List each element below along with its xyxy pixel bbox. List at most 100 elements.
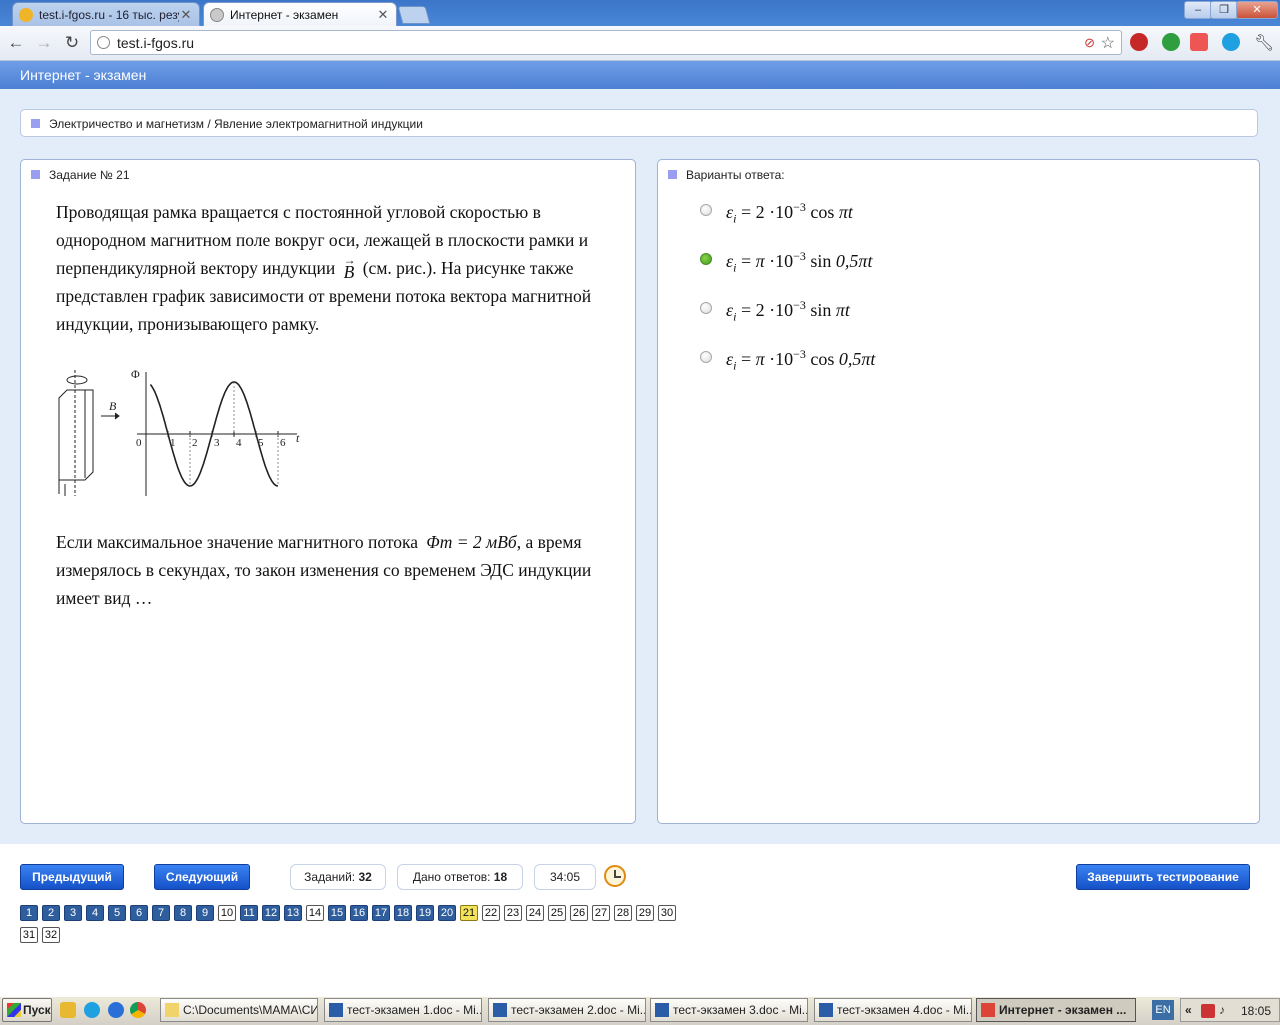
close-window-button[interactable]: ✕ (1236, 1, 1278, 19)
tray-antivirus-icon[interactable] (1201, 1004, 1215, 1018)
finish-test-button[interactable]: Завершить тестирование (1076, 864, 1250, 890)
question-nav-8[interactable]: 8 (174, 905, 192, 921)
chrome-icon[interactable] (130, 1002, 146, 1018)
question-nav-23[interactable]: 23 (504, 905, 522, 921)
question-nav-26[interactable]: 26 (570, 905, 588, 921)
taskbar-item-label: Интернет - экзамен ... (999, 1003, 1127, 1017)
tab-title: test.i-fgos.ru - 16 тыс. резуль (39, 7, 179, 22)
question-nav-1[interactable]: 1 (20, 905, 38, 921)
question-nav-6[interactable]: 6 (130, 905, 148, 921)
question-nav-21[interactable]: 21 (460, 905, 478, 921)
browser-tab-search[interactable]: test.i-fgos.ru - 16 тыс. резуль ✕ (12, 2, 200, 26)
question-nav-13[interactable]: 13 (284, 905, 302, 921)
bookmark-star-icon[interactable]: ☆ (1101, 33, 1115, 53)
question-nav-11[interactable]: 11 (240, 905, 258, 921)
search-favicon-icon (19, 7, 33, 22)
language-indicator[interactable]: EN (1152, 1000, 1174, 1020)
wrench-menu-icon[interactable]: 🔧︎ (1254, 33, 1274, 53)
popup-blocked-icon[interactable]: ⊘ (1084, 35, 1095, 51)
question-nav-7[interactable]: 7 (152, 905, 170, 921)
question-nav-15[interactable]: 15 (328, 905, 346, 921)
address-bar[interactable]: test.i-fgos.ru ⊘ ☆ (90, 30, 1122, 55)
question-nav-2[interactable]: 2 (42, 905, 60, 921)
answer-option-3[interactable]: εi = 2 ·10−3 sin πt (700, 298, 1100, 328)
question-nav-31[interactable]: 31 (20, 927, 38, 943)
question-nav-30[interactable]: 30 (658, 905, 676, 921)
utorrent-extension-icon[interactable] (1162, 33, 1180, 51)
question-nav-19[interactable]: 19 (416, 905, 434, 921)
skype-extension-icon[interactable] (1222, 33, 1240, 51)
question-nav-28[interactable]: 28 (614, 905, 632, 921)
answer-formula: εi = 2 ·10−3 cos πt (726, 200, 853, 226)
question-nav-27[interactable]: 27 (592, 905, 610, 921)
internet-explorer-icon[interactable] (108, 1002, 124, 1018)
figure-tick-label: 6 (280, 437, 286, 449)
answered-count-label: Дано ответов: (412, 870, 491, 884)
breadcrumb: Электричество и магнетизм / Явление элек… (20, 109, 1258, 137)
alarm-clock-icon (604, 865, 626, 887)
question-nav-25[interactable]: 25 (548, 905, 566, 921)
question-nav-3[interactable]: 3 (64, 905, 82, 921)
taskbar-word-doc-1[interactable]: тест-экзамен 1.doc - Mi... (324, 998, 482, 1022)
question-nav-32[interactable]: 32 (42, 927, 60, 943)
question-nav-12[interactable]: 12 (262, 905, 280, 921)
quicklaunch-app-icon[interactable] (60, 1002, 76, 1018)
question-nav-20[interactable]: 20 (438, 905, 456, 921)
back-arrow-icon[interactable]: ← (4, 31, 28, 55)
answer-radio[interactable] (700, 351, 712, 363)
tray-volume-icon[interactable]: ♪ (1219, 1003, 1225, 1017)
question-nav-9[interactable]: 9 (196, 905, 214, 921)
taskbar-word-doc-4[interactable]: тест-экзамен 4.doc - Mi... (814, 998, 972, 1022)
notifications-extension-icon[interactable] (1190, 33, 1208, 51)
question-number: Задание № 21 (49, 168, 130, 182)
restore-window-button[interactable]: ❐ (1210, 1, 1238, 19)
flux-formula: Φm = 2 мВб (426, 532, 517, 552)
question-text-bottom: Если максимальное значение магнитного по… (56, 528, 616, 612)
taskbar-explorer-window[interactable]: C:\Documents\МАМА\СИ... (160, 998, 318, 1022)
start-button[interactable]: Пуск (2, 998, 52, 1022)
question-nav-4[interactable]: 4 (86, 905, 104, 921)
taskbar-word-doc-3[interactable]: тест-экзамен 3.doc - Mi... (650, 998, 808, 1022)
reload-icon[interactable]: ↻ (60, 31, 84, 55)
answer-radio[interactable] (700, 302, 712, 314)
url-text: test.i-fgos.ru (117, 35, 195, 51)
question-nav-5[interactable]: 5 (108, 905, 126, 921)
figure-y-label: Φ (131, 367, 140, 381)
browser-tab-exam[interactable]: Интернет - экзамен ✕ (203, 2, 397, 26)
taskbar-chrome-window[interactable]: Интернет - экзамен ... (976, 998, 1136, 1022)
question-nav-10[interactable]: 10 (218, 905, 236, 921)
question-nav-17[interactable]: 17 (372, 905, 390, 921)
answer-formula: εi = 2 ·10−3 sin πt (726, 298, 850, 324)
answer-radio[interactable] (700, 204, 712, 216)
answer-option-2[interactable]: εi = π ·10−3 sin 0,5πt (700, 249, 1100, 279)
question-nav-18[interactable]: 18 (394, 905, 412, 921)
question-nav-22[interactable]: 22 (482, 905, 500, 921)
word-doc-icon (655, 1003, 669, 1017)
graph-axes (137, 372, 297, 496)
answer-option-1[interactable]: εi = 2 ·10−3 cos πt (700, 200, 1100, 230)
answered-count-value: 18 (493, 870, 508, 884)
app-title: Интернет - экзамен (20, 67, 147, 83)
question-text-part3: Если максимальное значение магнитного по… (56, 532, 419, 552)
question-nav-24[interactable]: 24 (526, 905, 544, 921)
answer-radio[interactable] (700, 253, 712, 265)
start-label: Пуск (23, 1003, 51, 1017)
next-button[interactable]: Следующий (154, 864, 250, 890)
tray-expand-icon[interactable]: « (1185, 1003, 1192, 1017)
minimize-window-button[interactable]: – (1184, 1, 1212, 19)
taskbar-word-doc-2[interactable]: тест-экзамен 2.doc - Mi... (488, 998, 646, 1022)
close-tab-icon[interactable]: ✕ (179, 7, 193, 23)
breadcrumb-text: Электричество и магнетизм / Явление элек… (49, 117, 423, 131)
forward-arrow-icon[interactable]: → (32, 31, 56, 55)
question-nav-29[interactable]: 29 (636, 905, 654, 921)
question-nav-14[interactable]: 14 (306, 905, 324, 921)
new-tab-button[interactable] (397, 6, 431, 24)
figure-tick-label: 0 (136, 437, 142, 449)
figure-tick-label: 3 (214, 437, 220, 449)
adblock-extension-icon[interactable] (1130, 33, 1148, 51)
question-nav-16[interactable]: 16 (350, 905, 368, 921)
close-tab-icon[interactable]: ✕ (376, 7, 390, 23)
answer-option-4[interactable]: εi = π ·10−3 cos 0,5πt (700, 347, 1100, 377)
skype-icon[interactable] (84, 1002, 100, 1018)
previous-button[interactable]: Предыдущий (20, 864, 124, 890)
